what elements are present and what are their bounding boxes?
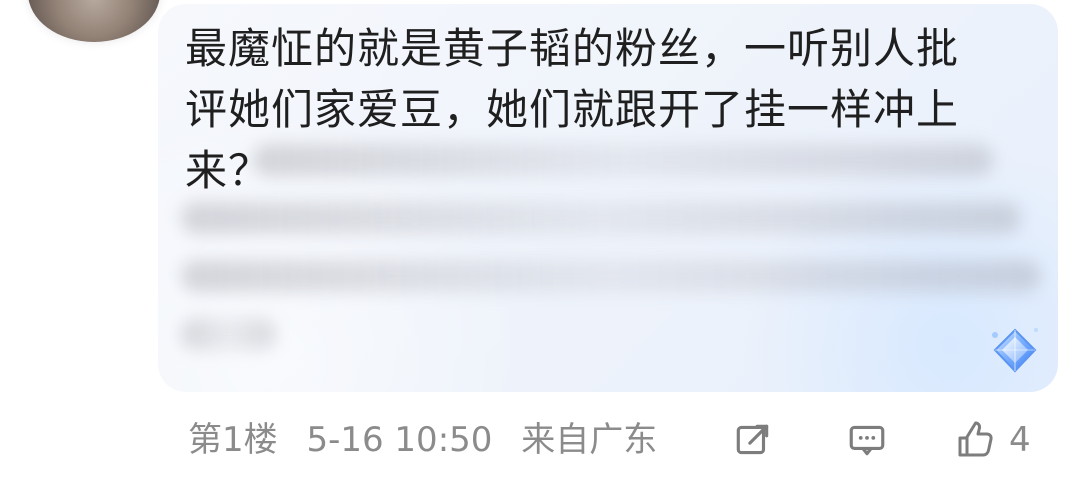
comment-text: 最魔怔的就是黄子韬的粉丝，一听别人批 评她们家爱豆，她们就跟开了挂一样冲上 来？ [185,24,960,195]
comment-time: 5-16 10:50 [306,420,493,460]
share-button[interactable] [729,416,777,464]
like-icon [953,418,997,462]
diamond-badge-icon [984,322,1046,384]
comment-button[interactable] [843,416,891,464]
like-count: 4 [1009,420,1031,460]
comment-meta-row: 第1楼 5-16 10:50 来自广东 4 [0,416,1080,468]
comment-icon [846,419,888,461]
avatar[interactable] [28,0,160,42]
comment-screen: 最魔怔的就是黄子韬的粉丝，一听别人批 评她们家爱豆，她们就跟开了挂一样冲上 来？ [0,0,1080,477]
like-button[interactable]: 4 [953,416,1057,464]
comment-meta: 第1楼 5-16 10:50 来自广东 [188,420,675,460]
comment-bubble: 最魔怔的就是黄子韬的粉丝，一听别人批 评她们家爱豆，她们就跟开了挂一样冲上 来？ [158,4,1058,392]
comment-location: 来自广东 [521,420,658,460]
floor-label: 第1楼 [188,420,278,460]
blurred-line-3 [181,260,1041,292]
share-icon [732,419,774,461]
blurred-line-2 [181,202,1021,234]
blurred-line-4 [181,318,276,350]
